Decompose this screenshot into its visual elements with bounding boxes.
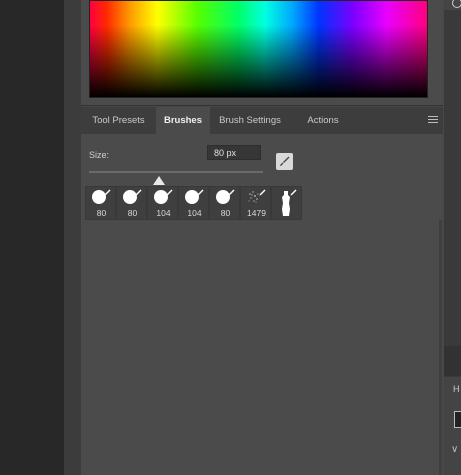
panel-scrollbar[interactable] xyxy=(439,220,442,475)
right-panel-label: H xyxy=(453,384,460,394)
brush-preset[interactable]: 80 xyxy=(209,186,240,220)
color-spectrum[interactable] xyxy=(89,0,428,98)
brush-size-label: 80 xyxy=(220,208,231,218)
brush-size-label: 80 xyxy=(127,208,138,218)
workspace-canvas-area xyxy=(0,0,64,475)
size-input[interactable]: 80 px xyxy=(207,145,261,160)
right-strip-divider xyxy=(444,346,461,376)
size-label: Size: xyxy=(89,150,110,160)
hamburger-menu-icon[interactable] xyxy=(428,116,438,124)
brush-size-label: 1479 xyxy=(247,208,266,218)
create-brush-button[interactable] xyxy=(276,153,293,170)
search-icon[interactable] xyxy=(452,0,461,8)
brush-preset[interactable]: 80 xyxy=(85,186,116,220)
chevron-down-icon[interactable]: ∨ xyxy=(451,444,458,455)
brush-size-label: 104 xyxy=(187,208,202,218)
pen-icon xyxy=(166,189,173,196)
pen-icon xyxy=(197,189,204,196)
pen-icon xyxy=(104,189,111,196)
pen-icon xyxy=(135,189,142,196)
pen-icon xyxy=(259,189,266,196)
size-slider-track[interactable] xyxy=(89,171,263,173)
right-panel-strip: H ∨ xyxy=(444,0,461,475)
brush-preset[interactable]: 80 xyxy=(116,186,147,220)
brush-preset[interactable]: 1479 xyxy=(240,186,271,220)
panel-tab-bar: Tool Presets Brushes Brush Settings Acti… xyxy=(81,107,443,135)
pen-icon xyxy=(228,189,235,196)
color-panel xyxy=(81,0,443,106)
tab-tool-presets[interactable]: Tool Presets xyxy=(81,107,156,134)
brush-preset[interactable] xyxy=(271,186,302,220)
brush-preset[interactable]: 104 xyxy=(178,186,209,220)
size-slider-thumb[interactable] xyxy=(152,176,165,185)
tab-actions[interactable]: Actions xyxy=(290,107,356,134)
right-panel-swatch[interactable] xyxy=(454,411,461,428)
tab-brushes[interactable]: Brushes xyxy=(156,107,210,134)
brush-preset[interactable]: 104 xyxy=(147,186,178,220)
panel-gutter xyxy=(64,0,81,475)
pen-icon xyxy=(290,189,297,196)
brush-size-label: 104 xyxy=(156,208,171,218)
brush-icon xyxy=(280,156,290,166)
tab-brush-settings[interactable]: Brush Settings xyxy=(210,107,290,134)
brush-preset-grid: 80 80 104 104 80 1479 xyxy=(81,186,441,220)
brushes-panel-content: Size: 80 px 80 80 104 104 80 1479 xyxy=(81,134,443,475)
brush-size-label: 80 xyxy=(96,208,107,218)
